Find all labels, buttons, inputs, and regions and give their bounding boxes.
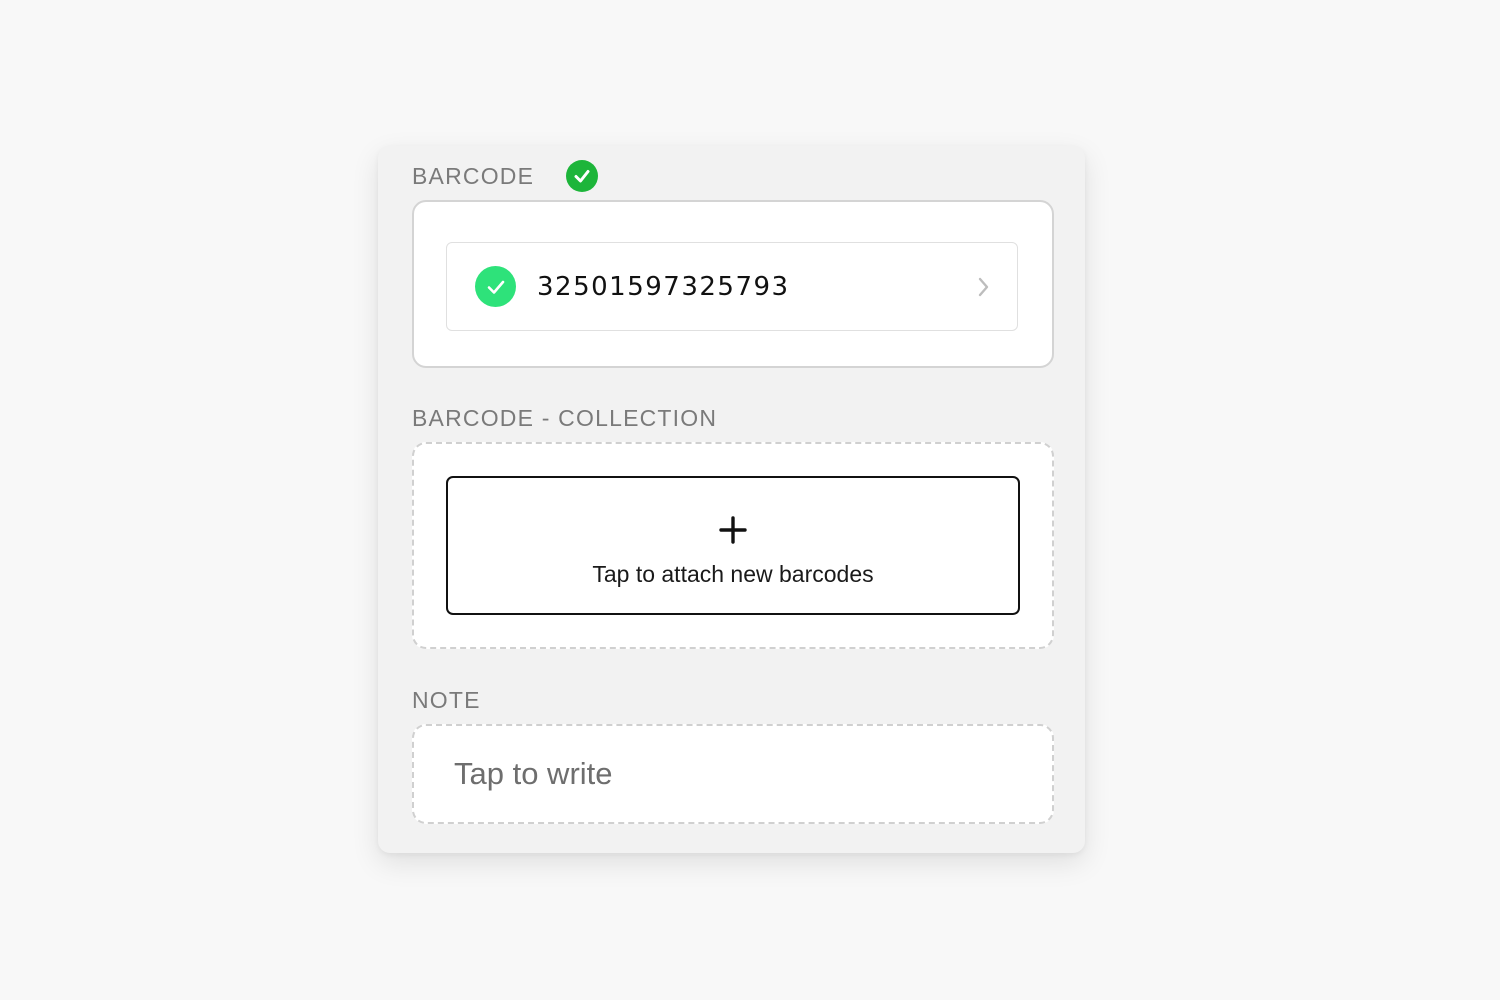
barcode-label-row: BARCODE [412, 160, 599, 192]
barcode-list-item[interactable]: 32501597325793 [446, 242, 1018, 331]
barcode-value: 32501597325793 [537, 271, 790, 302]
barcode-box: 32501597325793 [412, 200, 1054, 368]
collection-box: Tap to attach new barcodes [412, 442, 1054, 649]
collection-section-label: BARCODE - COLLECTION [412, 405, 718, 431]
plus-icon [719, 516, 747, 549]
attach-barcodes-button[interactable]: Tap to attach new barcodes [446, 476, 1020, 615]
barcode-section-label: BARCODE [412, 162, 535, 189]
note-box[interactable]: Tap to write [412, 724, 1054, 824]
attach-barcodes-label: Tap to attach new barcodes [592, 561, 874, 587]
note-input[interactable]: Tap to write [454, 726, 613, 822]
barcode-form-card: BARCODE 32501597325793 BARCODE - COLLECT… [378, 146, 1085, 853]
note-section-label: NOTE [412, 687, 481, 713]
check-circle-icon [566, 160, 599, 192]
check-circle-icon [475, 266, 516, 307]
chevron-right-icon [977, 276, 991, 298]
